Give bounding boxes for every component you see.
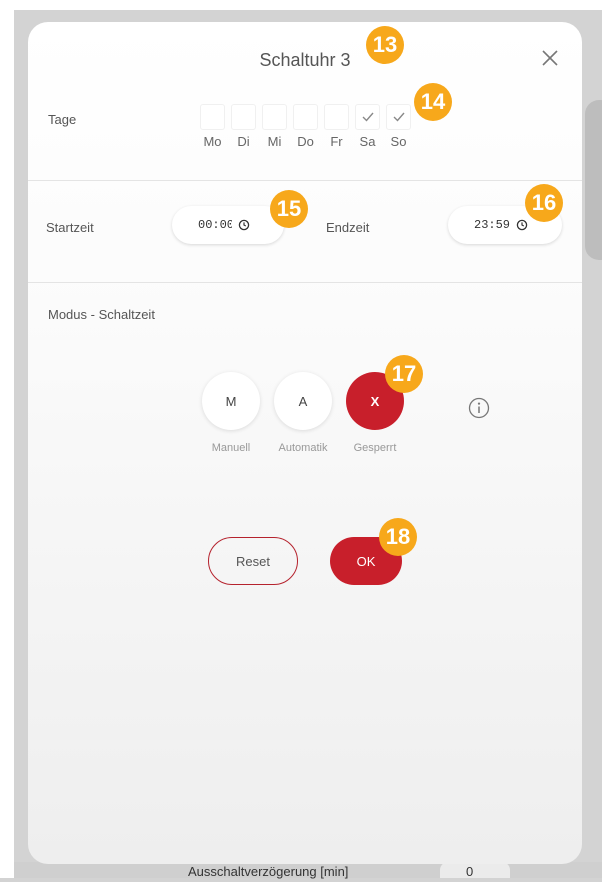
start-time-value: 00:00 — [198, 218, 232, 232]
day-label-di: Di — [237, 134, 250, 149]
check-icon — [393, 112, 405, 122]
background-left — [0, 0, 14, 878]
reset-button[interactable]: Reset — [208, 537, 298, 585]
clock-icon[interactable] — [516, 219, 528, 231]
mode-manual-letter: M — [225, 393, 237, 409]
divider — [28, 180, 582, 181]
clock-icon[interactable] — [238, 219, 250, 231]
day-checkbox-sa[interactable] — [355, 104, 380, 130]
days-label: Tage — [48, 112, 77, 127]
start-time-input[interactable]: 00:00 — [172, 206, 284, 244]
background-bottom-value: 0 — [440, 862, 510, 879]
day-checkbox-mi[interactable] — [262, 104, 287, 130]
end-time-value: 23:59 — [474, 218, 510, 232]
dialog-title: Schaltuhr 3 — [259, 50, 351, 70]
background-top — [0, 0, 602, 10]
day-checkbox-so[interactable] — [386, 104, 411, 130]
divider — [28, 282, 582, 283]
day-label-sa: Sa — [359, 134, 376, 149]
info-icon[interactable] — [468, 397, 490, 419]
callout-badge: 15 — [270, 190, 308, 228]
background-bottom-label: Ausschaltverzögerung [min] — [188, 864, 349, 879]
schaltuhr-dialog: Schaltuhr 3 Tage Mo Di Mi Do Fr Sa So St… — [28, 22, 582, 864]
day-checkbox-fr[interactable] — [324, 104, 349, 130]
mode-automatic-letter: A — [298, 393, 308, 409]
close-icon[interactable] — [540, 48, 560, 68]
callout-badge: 18 — [379, 518, 417, 556]
mode-automatic-button[interactable]: A — [274, 372, 332, 430]
day-label-do: Do — [297, 134, 314, 149]
day-label-fr: Fr — [330, 134, 343, 149]
mode-manual-button[interactable]: M — [202, 372, 260, 430]
mode-locked-letter: X — [370, 393, 380, 409]
day-checkbox-do[interactable] — [293, 104, 318, 130]
check-icon — [362, 112, 374, 122]
callout-badge: 16 — [525, 184, 563, 222]
callout-badge: 13 — [366, 26, 404, 64]
callout-badge: 14 — [414, 83, 452, 121]
day-checkbox-di[interactable] — [231, 104, 256, 130]
background-card — [585, 100, 602, 260]
mode-locked-label: Gesperrt — [353, 442, 397, 454]
start-time-label: Startzeit — [46, 220, 94, 235]
day-checkbox-mo[interactable] — [200, 104, 225, 130]
day-label-mi: Mi — [267, 134, 282, 149]
day-label-mo: Mo — [203, 134, 222, 149]
mode-label: Modus - Schaltzeit — [48, 307, 155, 322]
mode-automatic-label: Automatik — [278, 442, 328, 454]
callout-badge: 17 — [385, 355, 423, 393]
end-time-label: Endzeit — [326, 220, 370, 235]
mode-manual-label: Manuell — [211, 442, 251, 454]
day-label-so: So — [390, 134, 407, 149]
